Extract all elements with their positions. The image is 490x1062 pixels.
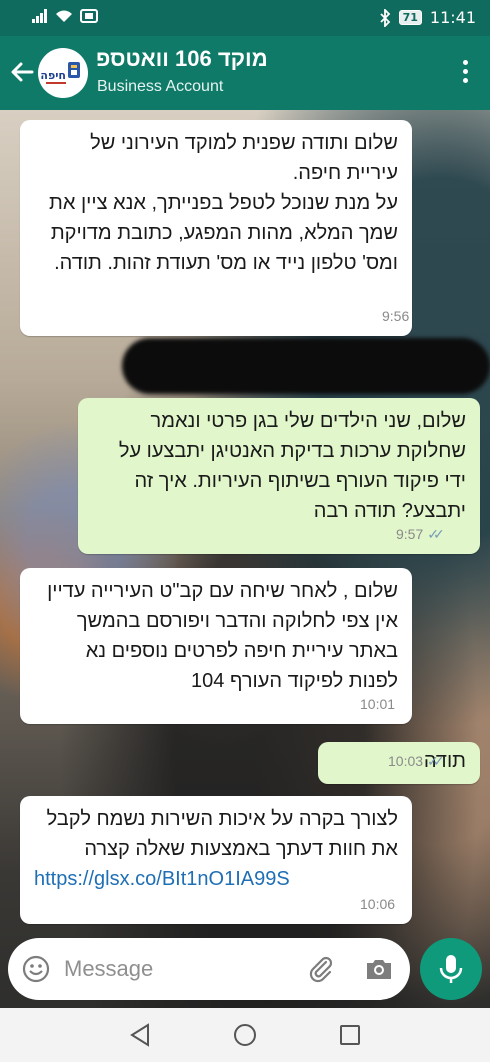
message-bubble-incoming[interactable]: שלום ותודה שפנית למוקד העירוני של עיריית… — [20, 120, 412, 336]
message-bubble-incoming[interactable]: לצורך בקרה על איכות השירות נשמח לקבל את … — [20, 796, 412, 924]
nav-recent-apps-icon[interactable] — [338, 1022, 362, 1048]
mic-button[interactable] — [420, 938, 482, 1000]
bluetooth-icon — [379, 8, 390, 27]
message-text: שלום, שני הילדים שלי בגן פרטי ונאמר שחלו… — [118, 410, 466, 522]
message-meta: 9:57 ✓✓ — [396, 519, 445, 549]
message-time: 10:06 — [360, 896, 396, 912]
clock: 11:41 — [429, 8, 476, 27]
system-nav-bar — [0, 1008, 490, 1062]
nfc-icon — [80, 9, 98, 23]
message-text: שלום ותודה שפנית למוקד העירוני של עיריית… — [49, 132, 398, 274]
message-text: שלום , לאחר שיחה עם קב"ט העירייה עדיין א… — [47, 580, 398, 692]
microphone-icon — [439, 955, 463, 983]
status-icons-right: 71 11:41 — [379, 8, 476, 27]
double-check-icon: ✓✓ — [427, 526, 445, 542]
message-bubble-outgoing[interactable]: שלום, שני הילדים שלי בגן פרטי ונאמר שחלו… — [78, 398, 480, 554]
status-bar: 71 11:41 — [0, 0, 490, 36]
camera-icon[interactable] — [364, 954, 394, 984]
signal-icon — [32, 9, 47, 23]
nav-home-icon[interactable] — [232, 1022, 258, 1048]
redaction-bar — [122, 338, 490, 394]
message-bubble-outgoing[interactable]: תודה 10:03 ✓✓ — [318, 742, 480, 784]
battery-icon: 71 — [398, 10, 422, 25]
message-time: 10:01 — [360, 696, 396, 712]
avatar-logo-text: חיפה — [40, 69, 66, 82]
message-time: 9:56 — [382, 308, 410, 324]
message-composer — [8, 938, 410, 1000]
survey-link[interactable]: https://glsx.co/BIt1nO1IA99S — [34, 864, 398, 894]
back-arrow-icon[interactable] — [8, 58, 36, 86]
emoji-icon[interactable] — [22, 955, 50, 983]
message-meta: 9:56 — [382, 301, 409, 331]
chat-header: חיפה מוקד 106 וואטספ Business Account — [0, 36, 490, 110]
message-time: 9:57 — [396, 526, 424, 542]
message-meta: 10:01 — [360, 689, 395, 719]
message-meta: 10:06 — [360, 889, 395, 919]
haifa-logo-icon: חיפה — [40, 62, 80, 84]
wifi-icon — [56, 10, 72, 22]
avatar[interactable]: חיפה — [38, 48, 88, 98]
chat-area[interactable]: שלום ותודה שפנית למוקד העירוני של עיריית… — [0, 110, 490, 1008]
message-input[interactable] — [64, 950, 294, 988]
message-time: 10:03 — [388, 753, 424, 769]
message-text: לצורך בקרה על איכות השירות נשמח לקבל את … — [46, 808, 398, 860]
attach-icon[interactable] — [306, 954, 336, 984]
nav-back-icon[interactable] — [128, 1022, 152, 1048]
message-meta: 10:03 ✓✓ — [388, 746, 445, 776]
chat-subtitle: Business Account — [97, 78, 224, 95]
status-icons-left — [32, 9, 98, 23]
message-bubble-incoming[interactable]: שלום , לאחר שיחה עם קב"ט העירייה עדיין א… — [20, 568, 412, 724]
overflow-menu-icon[interactable] — [462, 60, 470, 86]
double-check-icon: ✓✓ — [427, 753, 445, 769]
chat-title[interactable]: מוקד 106 וואטספ — [96, 46, 268, 72]
